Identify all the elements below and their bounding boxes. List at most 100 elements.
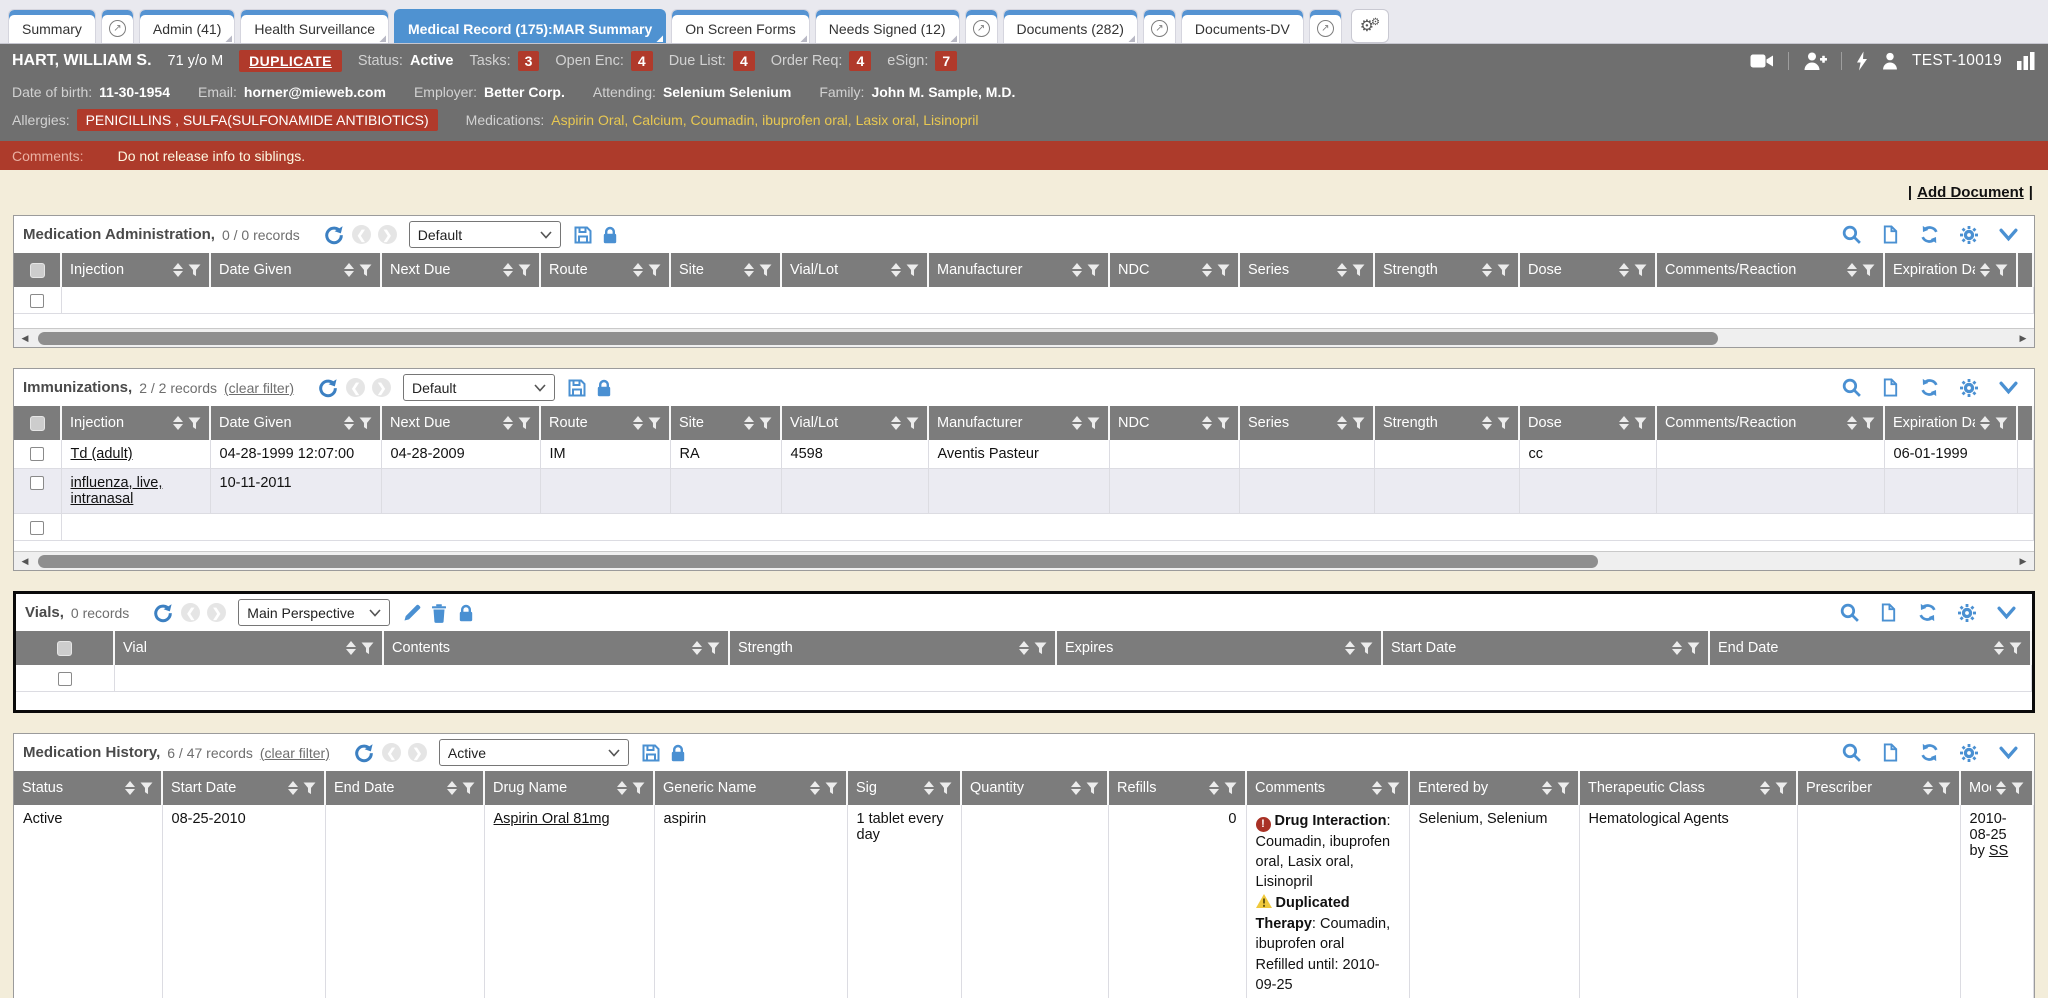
medication-link[interactable]: Aspirin Oral bbox=[551, 112, 632, 128]
select-all-checkbox[interactable] bbox=[57, 641, 72, 656]
collapse-chevron-icon[interactable] bbox=[1998, 226, 2019, 243]
modified-by-link[interactable]: SS bbox=[1989, 843, 2008, 859]
sort-icon[interactable] bbox=[692, 641, 702, 655]
filter-icon[interactable] bbox=[906, 417, 919, 430]
sort-icon[interactable] bbox=[1019, 641, 1029, 655]
next-page-button[interactable]: ❯ bbox=[378, 225, 397, 244]
sort-icon[interactable] bbox=[1760, 781, 1770, 795]
column-header[interactable]: Prescriber bbox=[1797, 771, 1960, 805]
sort-icon[interactable] bbox=[1072, 416, 1082, 430]
filter-icon[interactable] bbox=[1224, 782, 1237, 795]
filter-icon[interactable] bbox=[1217, 264, 1230, 277]
filter-icon[interactable] bbox=[2011, 782, 2024, 795]
undo-icon[interactable] bbox=[152, 602, 174, 624]
filter-icon[interactable] bbox=[1995, 264, 2008, 277]
column-header[interactable]: Therapeutic Class bbox=[1579, 771, 1797, 805]
duplicate-badge[interactable]: DUPLICATE bbox=[239, 50, 342, 73]
filter-icon[interactable] bbox=[462, 782, 475, 795]
column-header[interactable]: Vial bbox=[114, 631, 383, 665]
column-header[interactable]: Date Given bbox=[210, 406, 381, 440]
column-header[interactable]: Next Due bbox=[381, 406, 540, 440]
sort-icon[interactable] bbox=[1923, 781, 1933, 795]
esign-count-badge[interactable]: 7 bbox=[935, 51, 957, 72]
scroll-right-arrow[interactable]: ▶ bbox=[2014, 329, 2032, 348]
column-header[interactable]: NDC bbox=[1109, 406, 1239, 440]
lock-icon[interactable] bbox=[456, 603, 476, 623]
perspective-select[interactable]: Active bbox=[439, 739, 629, 766]
medication-link[interactable]: Calcium bbox=[632, 112, 690, 128]
filter-icon[interactable] bbox=[359, 417, 372, 430]
sort-icon[interactable] bbox=[1337, 416, 1347, 430]
sort-icon[interactable] bbox=[1619, 416, 1629, 430]
allergies-badge[interactable]: PENICILLINS , SULFA(SULFONAMIDE ANTIBIOT… bbox=[77, 109, 438, 131]
sort-icon[interactable] bbox=[1619, 263, 1629, 277]
column-header[interactable]: Injection bbox=[61, 253, 210, 287]
prev-page-button[interactable]: ❮ bbox=[382, 743, 401, 762]
scrollbar-thumb[interactable] bbox=[38, 332, 1718, 345]
sort-icon[interactable] bbox=[1072, 263, 1082, 277]
sort-icon[interactable] bbox=[891, 263, 901, 277]
sort-icon[interactable] bbox=[1071, 781, 1081, 795]
column-header[interactable]: Manufacturer bbox=[928, 406, 1109, 440]
settings-gear-icon[interactable] bbox=[1957, 603, 1977, 623]
sort-icon[interactable] bbox=[503, 263, 513, 277]
undo-icon[interactable] bbox=[353, 742, 375, 764]
filter-icon[interactable] bbox=[906, 264, 919, 277]
tab-admin[interactable]: Admin (41) bbox=[139, 9, 235, 43]
edit-pencil-icon[interactable] bbox=[402, 603, 422, 623]
filter-icon[interactable] bbox=[361, 642, 374, 655]
filter-icon[interactable] bbox=[1087, 417, 1100, 430]
column-header[interactable]: Modified By bbox=[1960, 771, 2033, 805]
sort-icon[interactable] bbox=[344, 416, 354, 430]
filter-icon[interactable] bbox=[1352, 417, 1365, 430]
lightning-icon[interactable] bbox=[1856, 51, 1868, 71]
sort-icon[interactable] bbox=[173, 416, 183, 430]
filter-icon[interactable] bbox=[1634, 264, 1647, 277]
filter-icon[interactable] bbox=[1862, 417, 1875, 430]
save-perspective-icon[interactable] bbox=[573, 225, 593, 245]
next-page-button[interactable]: ❯ bbox=[408, 743, 427, 762]
sort-icon[interactable] bbox=[1996, 781, 2006, 795]
tasks-count-badge[interactable]: 3 bbox=[518, 51, 540, 72]
column-header[interactable]: Vial/Lot bbox=[781, 406, 928, 440]
collapse-chevron-icon[interactable] bbox=[1998, 744, 2019, 761]
column-header[interactable]: Manufacturer bbox=[928, 253, 1109, 287]
filter-icon[interactable] bbox=[648, 264, 661, 277]
lock-icon[interactable] bbox=[668, 743, 688, 763]
sort-icon[interactable] bbox=[1482, 416, 1492, 430]
refresh-icon[interactable] bbox=[1919, 224, 1940, 245]
filter-icon[interactable] bbox=[1938, 782, 1951, 795]
filter-icon[interactable] bbox=[140, 782, 153, 795]
settings-gear-icon[interactable] bbox=[1959, 743, 1979, 763]
filter-icon[interactable] bbox=[759, 264, 772, 277]
select-all-header[interactable] bbox=[14, 253, 61, 287]
sort-icon[interactable] bbox=[1209, 781, 1219, 795]
filter-icon[interactable] bbox=[2009, 642, 2022, 655]
refresh-icon[interactable] bbox=[1917, 602, 1938, 623]
search-icon[interactable] bbox=[1839, 602, 1860, 623]
filter-icon[interactable] bbox=[1497, 417, 1510, 430]
drug-name-link[interactable]: Aspirin Oral 81mg bbox=[494, 811, 610, 827]
refresh-icon[interactable] bbox=[1919, 377, 1940, 398]
horizontal-scrollbar[interactable]: ◀ ▶ bbox=[14, 551, 2034, 570]
column-header[interactable]: Expiration Date bbox=[1884, 406, 2017, 440]
column-header[interactable]: Series bbox=[1239, 253, 1374, 287]
filter-icon[interactable] bbox=[1034, 642, 1047, 655]
sort-icon[interactable] bbox=[447, 781, 457, 795]
video-camera-icon[interactable] bbox=[1750, 53, 1774, 69]
scroll-left-arrow[interactable]: ◀ bbox=[16, 552, 34, 571]
settings-gear-icon[interactable] bbox=[1959, 378, 1979, 398]
column-header[interactable]: End Date bbox=[1709, 631, 2031, 665]
column-header[interactable]: Dose bbox=[1519, 406, 1656, 440]
add-document-link[interactable]: Add Document bbox=[1917, 184, 2024, 201]
due-list-count-badge[interactable]: 4 bbox=[733, 51, 755, 72]
perspective-select[interactable]: Default bbox=[403, 374, 555, 401]
column-header[interactable]: End Date bbox=[325, 771, 484, 805]
column-header[interactable]: Expiration Date bbox=[1884, 253, 2017, 287]
sort-icon[interactable] bbox=[1980, 416, 1990, 430]
sort-icon[interactable] bbox=[1372, 781, 1382, 795]
column-header[interactable]: Strength bbox=[729, 631, 1056, 665]
column-header[interactable]: Entered by bbox=[1409, 771, 1579, 805]
delete-trash-icon[interactable] bbox=[429, 603, 449, 623]
injection-link[interactable]: influenza, live, intranasal bbox=[71, 475, 163, 507]
